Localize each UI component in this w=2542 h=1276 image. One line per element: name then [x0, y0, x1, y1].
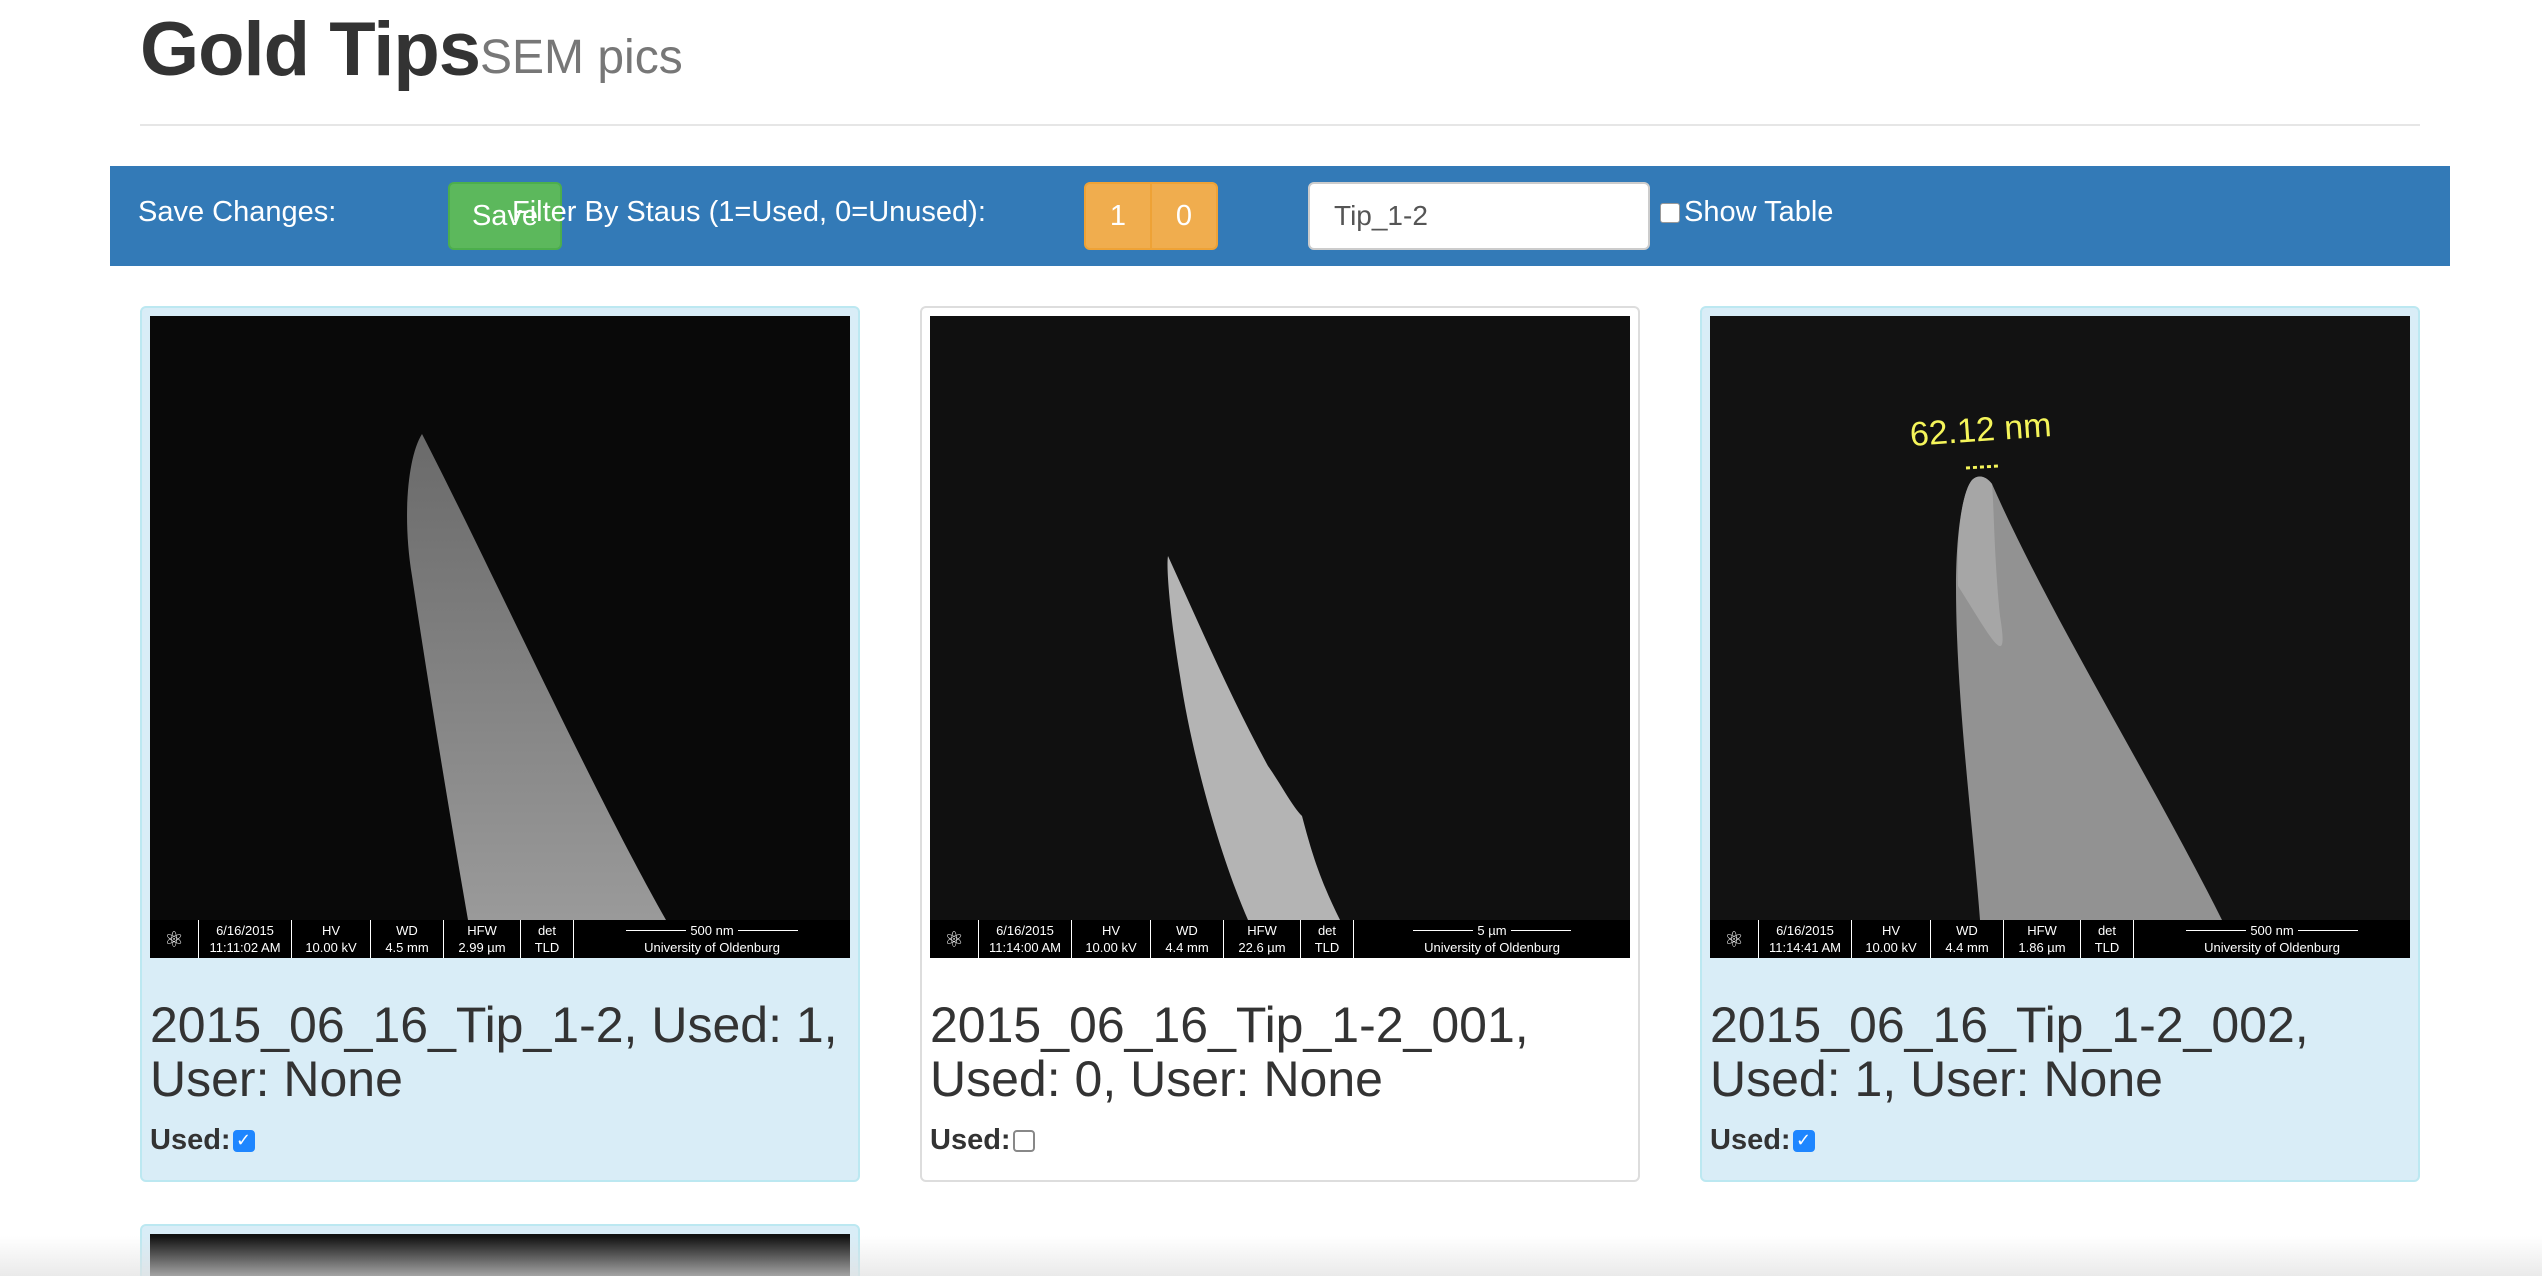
sem-institution: University of Oldenburg: [644, 940, 780, 955]
sem-wd: 4.4 mm: [1165, 940, 1209, 955]
sem-time: 11:11:02 AM: [209, 940, 281, 955]
image-caption: 2015_06_16_Tip_1-2, Used: 1, User: None: [150, 997, 838, 1107]
atom-logo-icon: ⚛: [1710, 920, 1759, 958]
search-input[interactable]: [1308, 182, 1650, 250]
used-checkbox[interactable]: ✓: [232, 1129, 255, 1152]
show-table-checkbox[interactable]: [1660, 202, 1680, 223]
used-label: Used:: [1710, 1124, 1791, 1156]
sem-institution: University of Oldenburg: [1424, 940, 1560, 955]
sem-time: 11:14:41 AM: [1768, 940, 1842, 955]
image-card: ⚛ 6/16/2015 11:14:00 AM HV 10.00 kV WD 4…: [920, 306, 1640, 1182]
sem-hfw-label: HFW: [1247, 923, 1277, 938]
used-field: Used: ✓: [1710, 1124, 1815, 1157]
sem-hv-label: HV: [1881, 923, 1901, 938]
sem-hv-label: HV: [321, 923, 341, 938]
page: Gold Tips SEM pics Save Changes: Save Fi…: [0, 0, 2542, 1276]
sem-hv: 10.00 kV: [1085, 940, 1137, 955]
used-field: Used: ✓: [150, 1124, 255, 1157]
sem-wd-label: WD: [1176, 923, 1198, 938]
page-header: Gold Tips SEM pics: [140, 0, 2420, 126]
sem-hv-label: HV: [1101, 923, 1121, 938]
sem-hfw: 22.6 µm: [1238, 940, 1286, 955]
page-title: Gold Tips: [140, 7, 481, 92]
sem-image-graphic: [150, 316, 850, 920]
image-caption: 2015_06_16_Tip_1-2_001, Used: 0, User: N…: [930, 997, 1529, 1107]
toolbar: Save Changes: Save Filter By Staus (1=Us…: [110, 166, 2450, 266]
sem-scale: 500 nm: [690, 923, 734, 938]
sem-scale: 500 nm: [2250, 923, 2294, 938]
image-card: ⚛ 6/16/2015 11:11:02 AM HV 10.00 kV WD 4…: [140, 306, 860, 1182]
sem-info-bar: ⚛ 6/16/2015 11:14:41 AM HV 10.00 kV WD 4…: [1710, 920, 2410, 958]
filter-label: Filter By Staus (1=Used, 0=Unused):: [512, 196, 986, 228]
sem-image-graphic: [930, 316, 1630, 920]
sem-image[interactable]: ⚛ 6/16/2015 11:11:02 AM HV 10.00 kV WD 4…: [150, 316, 850, 958]
filter-used-button[interactable]: 1: [1084, 182, 1151, 250]
sem-hfw-label: HFW: [2027, 923, 2057, 938]
image-caption: 2015_06_16_Tip_1-2_002, Used: 1, User: N…: [1710, 997, 2309, 1107]
show-table-toggle[interactable]: Show Table: [1660, 196, 1833, 229]
sem-wd-label: WD: [1956, 923, 1978, 938]
sem-det: TLD: [1314, 940, 1340, 955]
sem-info-bar: ⚛ 6/16/2015 11:14:00 AM HV 10.00 kV WD 4…: [930, 920, 1630, 958]
used-checkbox[interactable]: ✓: [1792, 1129, 1815, 1152]
sem-image[interactable]: ⚛ 6/16/2015 11:14:00 AM HV 10.00 kV WD 4…: [930, 316, 1630, 958]
atom-logo-icon: ⚛: [150, 920, 199, 958]
used-label: Used:: [930, 1124, 1011, 1156]
sem-hfw: 2.99 µm: [458, 940, 506, 955]
sem-wd-label: WD: [396, 923, 418, 938]
sem-det-label: det: [537, 923, 557, 938]
used-field: Used:: [930, 1124, 1035, 1157]
filter-button-group: 1 0: [1084, 182, 1218, 250]
sem-det: TLD: [534, 940, 560, 955]
sem-hfw: 1.86 µm: [2018, 940, 2066, 955]
used-checkbox[interactable]: [1012, 1129, 1035, 1152]
image-card: 62.12 nm ⚛ 6/16/2015 11:14:41 AM HV 10.0…: [1700, 306, 2420, 1182]
sem-image[interactable]: 62.12 nm ⚛ 6/16/2015 11:14:41 AM HV 10.0…: [1710, 316, 2410, 958]
atom-logo-icon: ⚛: [930, 920, 979, 958]
scroll-shadow: [0, 1236, 2542, 1276]
sem-hfw-label: HFW: [467, 923, 497, 938]
save-changes-label: Save Changes:: [138, 196, 337, 228]
sem-date: 6/16/2015: [996, 923, 1054, 938]
sem-hv: 10.00 kV: [1865, 940, 1917, 955]
show-table-label: Show Table: [1684, 196, 1834, 228]
sem-wd: 4.5 mm: [385, 940, 429, 955]
sem-image-graphic: [1710, 316, 2410, 920]
used-label: Used:: [150, 1124, 231, 1156]
filter-unused-button[interactable]: 0: [1151, 182, 1218, 250]
sem-det-label: det: [1317, 923, 1337, 938]
sem-scale: 5 µm: [1477, 923, 1507, 938]
sem-hv: 10.00 kV: [305, 940, 357, 955]
sem-date: 6/16/2015: [1776, 923, 1834, 938]
page-subtitle: SEM pics: [480, 31, 683, 84]
sem-institution: University of Oldenburg: [2204, 940, 2340, 955]
sem-det: TLD: [2094, 940, 2120, 955]
sem-det-label: det: [2097, 923, 2117, 938]
sem-info-bar: ⚛ 6/16/2015 11:11:02 AM HV 10.00 kV WD 4…: [150, 920, 850, 958]
sem-time: 11:14:00 AM: [988, 940, 1062, 955]
sem-date: 6/16/2015: [216, 923, 274, 938]
sem-wd: 4.4 mm: [1945, 940, 1989, 955]
